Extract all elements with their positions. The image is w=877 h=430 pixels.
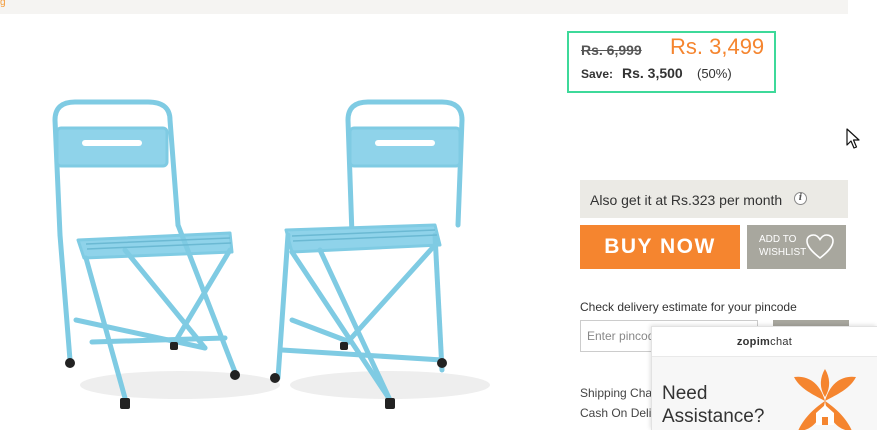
mouse-cursor-icon xyxy=(846,128,860,149)
mrp-price: Rs. 6,999 xyxy=(581,42,642,58)
chat-header[interactable]: zopimchat xyxy=(652,327,877,357)
top-strip-mark: g xyxy=(0,0,6,8)
chair-right xyxy=(275,99,465,403)
save-amount: Rs. 3,500 xyxy=(622,65,683,81)
wishlist-label: ADD TO WISHLIST xyxy=(759,234,807,258)
price-box: Rs. 6,999 Rs. 3,499 Save: Rs. 3,500 (50%… xyxy=(567,31,776,93)
chat-widget[interactable]: zopimchat Need Assistance? xyxy=(651,326,877,430)
chair-left xyxy=(52,99,238,401)
save-label: Save: xyxy=(581,67,614,81)
sale-price: Rs. 3,499 xyxy=(670,34,765,59)
info-icon[interactable]: i xyxy=(794,192,807,205)
product-image xyxy=(52,99,490,409)
top-strip: g xyxy=(0,0,848,14)
chair-shadows xyxy=(80,371,490,399)
emi-text: Also get it at Rs.323 per month xyxy=(590,192,783,208)
pincode-label: Check delivery estimate for your pincode xyxy=(580,300,797,314)
buy-now-button[interactable]: BUY NOW xyxy=(580,225,740,269)
emi-bar: Also get it at Rs.323 per month i xyxy=(580,180,848,218)
add-to-wishlist-button[interactable]: ADD TO WISHLIST xyxy=(747,225,846,269)
chat-message: Need Assistance? xyxy=(662,383,765,427)
heart-icon xyxy=(806,234,834,260)
save-percent: (50%) xyxy=(697,66,732,81)
chat-brand-prefix: zopim xyxy=(736,336,771,348)
chat-brand-suffix: chat xyxy=(770,336,793,348)
chair-right-details xyxy=(270,140,447,409)
chat-logo-icon xyxy=(794,369,856,430)
